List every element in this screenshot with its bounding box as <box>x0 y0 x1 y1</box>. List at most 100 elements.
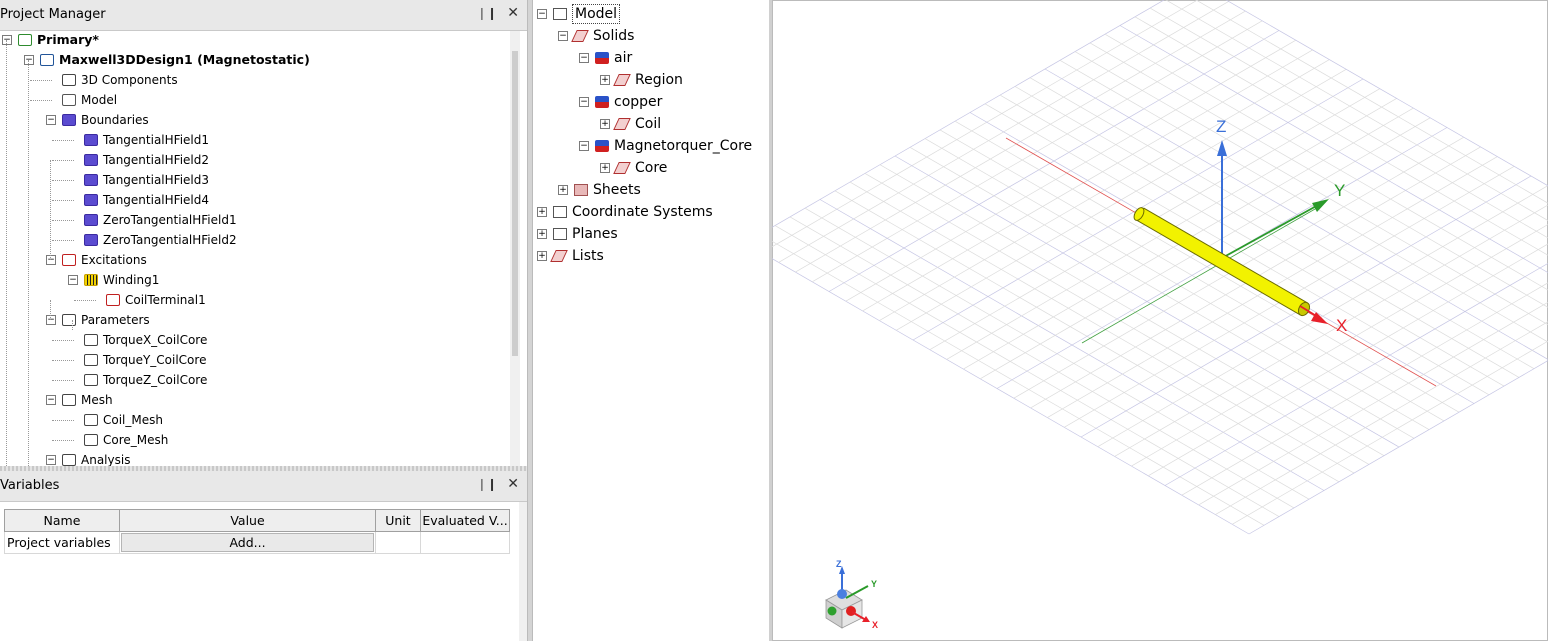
model-tree-item[interactable]: + Coordinate Systems <box>533 201 767 223</box>
model-tree-item[interactable]: − air <box>533 47 767 69</box>
add-variable-button[interactable]: Add... <box>121 533 374 552</box>
model-icon <box>553 8 567 20</box>
unit-cell <box>375 531 421 554</box>
expand-toggle-icon[interactable]: + <box>537 207 547 217</box>
tree-item[interactable]: TorqueZ_CoilCore <box>0 370 510 390</box>
tree-item[interactable]: TangentialHField1 <box>0 130 510 150</box>
column-header-name[interactable]: Name <box>4 509 120 532</box>
expand-toggle-icon[interactable]: + <box>600 75 610 85</box>
x-axis-label: X <box>1336 316 1347 335</box>
tree-item[interactable]: TangentialHField3 <box>0 170 510 190</box>
collapse-toggle-icon[interactable]: − <box>46 395 56 405</box>
expand-toggle-icon[interactable]: + <box>537 251 547 261</box>
collapse-toggle-icon[interactable]: − <box>579 53 589 63</box>
model-tree-pane: − Model − Solids − air + Region − copper + Coil − Mag… <box>533 0 769 641</box>
tree-item[interactable]: CoilTerminal1 <box>0 290 510 310</box>
tree-item[interactable]: − Analysis <box>0 450 510 466</box>
collapse-toggle-icon[interactable]: − <box>46 255 56 265</box>
collapse-toggle-icon[interactable]: − <box>537 9 547 19</box>
expand-toggle-icon[interactable]: + <box>600 163 610 173</box>
collapse-toggle-icon[interactable]: − <box>46 455 56 465</box>
tree-item[interactable]: − Primary* <box>0 30 510 50</box>
pin-icon[interactable]: ❘❙ <box>477 477 497 491</box>
collapse-toggle-icon[interactable]: − <box>558 31 568 41</box>
table-header-row: Name Value Unit Evaluated V... <box>4 509 510 532</box>
scrollbar-thumb[interactable] <box>512 51 518 356</box>
tree-item-label: TorqueX_CoilCore <box>103 333 208 347</box>
tree-item-label: Boundaries <box>81 113 149 127</box>
collapse-toggle-icon[interactable]: − <box>68 275 78 285</box>
tree-connector <box>28 60 29 466</box>
tree-item-label: ZeroTangentialHField2 <box>103 233 237 247</box>
torque-icon <box>84 374 98 386</box>
tree-item-label: Maxwell3DDesign1 (Magnetostatic) <box>59 52 310 67</box>
collapse-toggle-icon[interactable]: − <box>46 315 56 325</box>
model-tree-item[interactable]: + Lists <box>533 245 767 267</box>
triad-y-label: Y <box>871 579 877 589</box>
model-tree-item[interactable]: + Coil <box>533 113 767 135</box>
tree-item[interactable]: Model <box>0 90 510 110</box>
3d-viewport[interactable]: Z Y X Z Y X <box>772 0 1548 641</box>
tree-item[interactable]: TangentialHField2 <box>0 150 510 170</box>
tree-item[interactable]: − Mesh <box>0 390 510 410</box>
model-tree-item-label: Coil <box>635 116 662 132</box>
model-tree-item[interactable]: + Planes <box>533 223 767 245</box>
model-icon <box>62 94 76 106</box>
tree-item[interactable]: Core_Mesh <box>0 430 510 450</box>
tree-item[interactable]: TorqueX_CoilCore <box>0 330 510 350</box>
model-tree-item-label: copper <box>614 94 663 110</box>
evaluated-cell <box>420 531 510 554</box>
collapse-toggle-icon[interactable]: − <box>24 55 34 65</box>
expand-toggle-icon[interactable]: + <box>558 185 568 195</box>
column-header-value[interactable]: Value <box>119 509 376 532</box>
project-manager-title: Project Manager <box>0 7 106 22</box>
close-icon[interactable]: ✕ <box>507 476 519 492</box>
project-variables-label: Project variables <box>4 531 120 554</box>
model-tree-item[interactable]: − copper <box>533 91 767 113</box>
model-tree-item[interactable]: + Core <box>533 157 767 179</box>
model-tree-item[interactable]: − Solids <box>533 25 767 47</box>
tree-item[interactable]: − Maxwell3DDesign1 (Magnetostatic) <box>0 50 510 70</box>
tree-item[interactable]: − Excitations <box>0 250 510 270</box>
collapse-toggle-icon[interactable]: − <box>579 97 589 107</box>
design-icon <box>40 54 54 66</box>
tree-item[interactable]: TangentialHField4 <box>0 190 510 210</box>
variables-scrollbar[interactable] <box>519 502 527 641</box>
model-tree-item[interactable]: − Magnetorquer_Core <box>533 135 767 157</box>
tree-item-label: 3D Components <box>81 73 178 87</box>
model-tree-item[interactable]: + Region <box>533 69 767 91</box>
expand-toggle-icon[interactable]: + <box>537 229 547 239</box>
lists-icon <box>550 250 568 262</box>
tree-item-label: Mesh <box>81 393 113 407</box>
tree-item[interactable]: − Winding1 <box>0 270 510 290</box>
sheet-icon <box>574 184 588 196</box>
model-tree-item[interactable]: + Sheets <box>533 179 767 201</box>
column-header-evaluated[interactable]: Evaluated V... <box>420 509 510 532</box>
z-axis-label: Z <box>1216 117 1226 136</box>
expand-toggle-icon[interactable]: + <box>600 119 610 129</box>
tree-item[interactable]: TorqueY_CoilCore <box>0 350 510 370</box>
tree-item-label: Coil_Mesh <box>103 413 163 427</box>
triad-z-label: Z <box>836 559 842 569</box>
tree-item[interactable]: 3D Components <box>0 70 510 90</box>
tree-item[interactable]: Coil_Mesh <box>0 410 510 430</box>
tree-item-label: TangentialHField1 <box>103 133 209 147</box>
close-icon[interactable]: ✕ <box>507 5 519 21</box>
collapse-toggle-icon[interactable]: − <box>46 115 56 125</box>
model-tree-item[interactable]: − Model <box>533 3 767 25</box>
material-icon <box>595 140 609 152</box>
tree-connector <box>52 140 74 141</box>
collapse-toggle-icon[interactable]: − <box>579 141 589 151</box>
analysis-icon <box>62 454 76 466</box>
project-tree-scrollbar[interactable] <box>510 31 520 466</box>
tree-item[interactable]: − Boundaries <box>0 110 510 130</box>
column-header-unit[interactable]: Unit <box>375 509 421 532</box>
tree-item[interactable]: ZeroTangentialHField1 <box>0 210 510 230</box>
pin-icon[interactable]: ❘❙ <box>477 6 497 20</box>
tree-item[interactable]: ZeroTangentialHField2 <box>0 230 510 250</box>
variables-table: Name Value Unit Evaluated V... Project v… <box>4 509 510 554</box>
collapse-toggle-icon[interactable]: − <box>2 35 12 45</box>
components-icon <box>62 74 76 86</box>
tree-item[interactable]: − Parameters <box>0 310 510 330</box>
tree-item-label: Winding1 <box>103 273 160 287</box>
